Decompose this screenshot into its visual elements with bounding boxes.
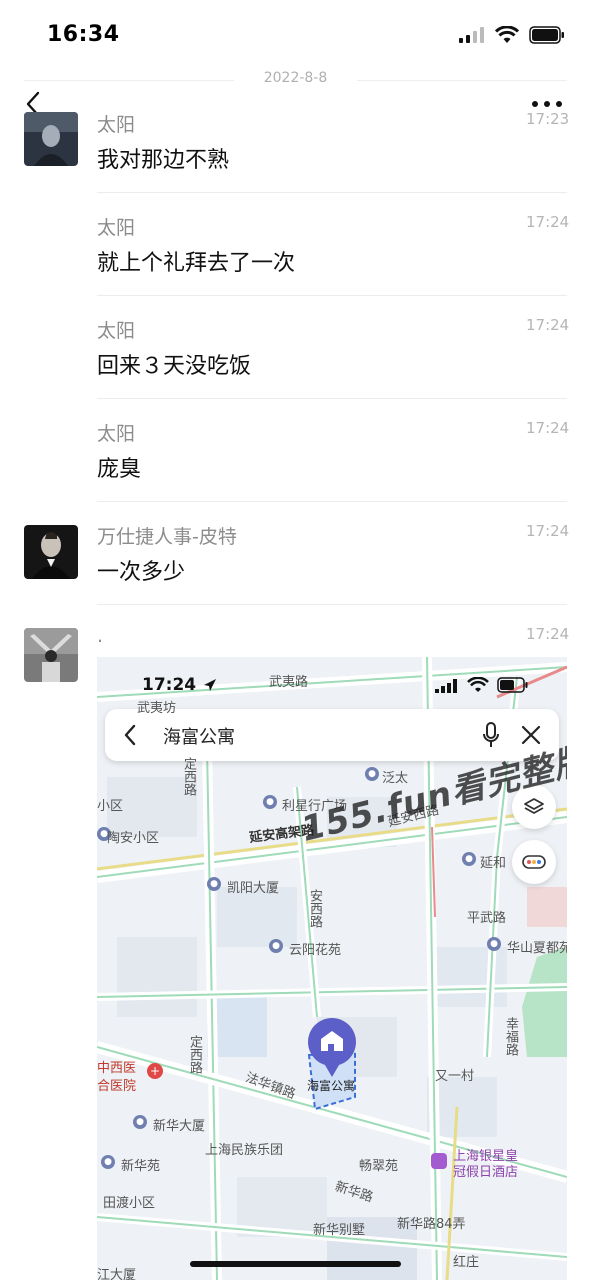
poi-icon: ● bbox=[263, 795, 277, 809]
map-label: 新华路84弄 bbox=[397, 1217, 466, 1232]
date-text: 2022-8-8 bbox=[263, 70, 328, 86]
map-label: 江大厦 bbox=[97, 1268, 137, 1280]
map-label: 武夷坊 bbox=[137, 701, 177, 716]
poi-icon: ● bbox=[269, 939, 283, 953]
map-image-message[interactable]: 17:24 海富公寓 武夷路 武夷坊 ● 泛太 定西路 小区 ● 利星行广场 ●… bbox=[97, 657, 567, 1280]
sender-name: 太阳 bbox=[97, 114, 136, 136]
message-text[interactable]: 就上个礼拜去了一次 bbox=[97, 245, 295, 277]
map-label: 又一村 bbox=[435, 1069, 475, 1084]
message-text[interactable]: 回来３天没吃饭 bbox=[97, 348, 251, 380]
message-time: 17:24 bbox=[526, 419, 570, 437]
signal-icon bbox=[459, 27, 484, 43]
poi-icon: ● bbox=[133, 1115, 147, 1129]
map-search-bar[interactable]: 海富公寓 bbox=[105, 709, 559, 761]
poi-icon: ● bbox=[101, 1155, 115, 1169]
message-time: 17:23 bbox=[526, 110, 570, 128]
sender-name: 太阳 bbox=[97, 320, 136, 342]
date-divider: 2022-8-8 bbox=[24, 70, 567, 90]
sender-name: . bbox=[97, 625, 104, 647]
separator bbox=[97, 398, 567, 399]
map-label: 华山夏都苑 bbox=[507, 941, 567, 956]
avatar[interactable] bbox=[24, 628, 78, 682]
map-label: 凯阳大厦 bbox=[227, 881, 280, 896]
avatar[interactable] bbox=[24, 525, 78, 579]
pin-label: 海富公寓 bbox=[307, 1079, 356, 1093]
map-label: 延和 bbox=[480, 856, 507, 871]
message-text[interactable]: 我对那边不熟 bbox=[97, 142, 229, 174]
map-label: 冠假日酒店 bbox=[453, 1165, 519, 1180]
poi-icon: ● bbox=[207, 877, 221, 891]
map-label: 陶安小区 bbox=[107, 831, 160, 846]
message-text[interactable]: 庞臭 bbox=[97, 451, 141, 483]
separator bbox=[97, 192, 567, 193]
hotel-icon bbox=[431, 1153, 447, 1169]
map-label: 畅翠苑 bbox=[359, 1159, 399, 1174]
status-time: 16:34 bbox=[47, 22, 120, 47]
home-indicator[interactable] bbox=[190, 1261, 401, 1267]
message-time: 17:24 bbox=[526, 213, 570, 231]
map-more-button[interactable] bbox=[512, 840, 556, 884]
status-icons bbox=[459, 26, 565, 44]
location-arrow-icon bbox=[204, 679, 216, 691]
sender-name: 太阳 bbox=[97, 423, 136, 445]
map-status-time: 17:24 bbox=[142, 675, 197, 695]
poi-icon: ● bbox=[462, 852, 476, 866]
microphone-icon[interactable] bbox=[483, 722, 499, 748]
map-label: 定西路 bbox=[181, 757, 196, 796]
layers-icon bbox=[524, 798, 544, 814]
map-label: 合医院 bbox=[97, 1079, 137, 1094]
map-label: 云阳花苑 bbox=[289, 943, 342, 958]
map-label: 中西医 bbox=[97, 1061, 137, 1076]
message-time: 17:24 bbox=[526, 625, 570, 643]
message-text[interactable]: 一次多少 bbox=[97, 554, 185, 586]
map-label: 小区 bbox=[97, 799, 124, 814]
wifi-icon bbox=[495, 26, 519, 43]
message-time: 17:24 bbox=[526, 522, 570, 540]
map-signal-icon bbox=[435, 679, 457, 693]
separator bbox=[97, 501, 567, 502]
map-battery-icon bbox=[497, 677, 528, 693]
map-label: 新华苑 bbox=[121, 1159, 161, 1174]
map-label: 平武路 bbox=[467, 911, 507, 926]
sender-name: 万仕捷人事-皮特 bbox=[97, 526, 237, 548]
poi-icon: ● bbox=[365, 767, 379, 781]
map-back-icon[interactable] bbox=[123, 724, 137, 746]
map-label: 幸福路 bbox=[503, 1017, 518, 1056]
separator bbox=[97, 295, 567, 296]
map-label: 安西路 bbox=[307, 889, 322, 928]
map-label: 新华别墅 bbox=[313, 1223, 366, 1238]
map-wifi-icon bbox=[467, 677, 489, 692]
message-time: 17:24 bbox=[526, 316, 570, 334]
map-label: 新华大厦 bbox=[153, 1119, 206, 1134]
map-label: 上海民族乐团 bbox=[205, 1143, 284, 1158]
separator bbox=[97, 604, 567, 605]
map-label: 定西路 bbox=[187, 1035, 202, 1074]
map-search-text[interactable]: 海富公寓 bbox=[163, 723, 235, 749]
dots-icon bbox=[522, 855, 546, 869]
map-label: 田渡小区 bbox=[103, 1196, 156, 1211]
poi-icon: ● bbox=[487, 937, 501, 951]
battery-icon bbox=[529, 26, 564, 44]
hospital-icon: + bbox=[147, 1063, 163, 1079]
map-label: 红庄 bbox=[453, 1255, 480, 1270]
map-label: 武夷路 bbox=[269, 675, 309, 690]
sender-name: 太阳 bbox=[97, 217, 136, 239]
avatar[interactable] bbox=[24, 112, 78, 166]
